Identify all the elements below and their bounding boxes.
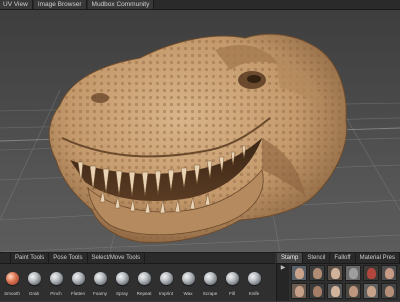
3d-viewport[interactable] [0,10,400,252]
stamp-tray-tabs: Stamp Stencil Falloff Material Pres [277,253,400,264]
stamp-thumb[interactable] [363,283,379,299]
tab-stencil[interactable]: Stencil [303,253,331,263]
stamp-thumb[interactable] [345,265,361,281]
tool-foamy[interactable]: Foamy [89,264,111,300]
flatten-brush-icon [71,272,85,285]
tool-label: Fill [229,291,235,296]
stamp-thumb[interactable] [309,265,325,281]
tab-mudbox-community[interactable]: Mudbox Community [87,0,155,9]
tab-image-browser[interactable]: Image Browser [33,0,87,9]
stamp-thumb[interactable] [345,283,361,299]
foamy-brush-icon [93,272,107,285]
tool-tray-tabs: Paint Tools Pose Tools Select/Move Tools [0,253,275,264]
tool-smooth[interactable]: Smooth [1,264,23,300]
tool-label: Knife [248,291,260,296]
pinch-brush-icon [49,272,63,285]
tool-label: Foamy [92,291,108,296]
tool-scrape[interactable]: Scrape [199,264,221,300]
grab-brush-icon [27,272,41,285]
tab-select-move-tools[interactable]: Select/Move Tools [88,253,146,263]
smooth-brush-icon [5,272,19,285]
tab-paint-tools[interactable]: Paint Tools [11,253,50,263]
tool-imprint[interactable]: Imprint [155,264,177,300]
scrape-brush-icon [203,272,217,285]
stamp-thumbnails [290,264,400,302]
tool-spray[interactable]: Spray [111,264,133,300]
stamp-thumb[interactable] [291,265,307,281]
tool-label: Grab [28,291,40,296]
top-tab-bar: UV View Image Browser Mudbox Community [0,0,400,10]
spray-brush-icon [115,272,129,285]
stamp-thumb[interactable] [291,283,307,299]
tool-fill[interactable]: Fill [221,264,243,300]
repeat-brush-icon [137,272,151,285]
stamp-thumb[interactable] [381,265,397,281]
stamp-side-strip: ▶ [277,264,289,301]
viewport-scene [0,33,400,252]
tool-tray: Paint Tools Pose Tools Select/Move Tools… [0,252,400,301]
stamp-thumb[interactable] [363,265,379,281]
tool-grab[interactable]: Grab [23,264,45,300]
tab-sculpt-tools[interactable] [0,253,11,263]
tool-repeat[interactable]: Repeat [133,264,155,300]
tab-material-presets[interactable]: Material Pres [356,253,400,263]
imprint-brush-icon [159,272,173,285]
tool-pinch[interactable]: Pinch [45,264,67,300]
tool-flatten[interactable]: Flatten [67,264,89,300]
fill-brush-icon [225,272,239,285]
tool-label: Scrape [202,291,218,296]
nostril [91,93,109,103]
tool-label: Flatten [70,291,86,296]
play-icon[interactable]: ▶ [281,264,286,272]
tool-label: Smooth [4,291,20,296]
stamp-thumb[interactable] [309,283,325,299]
tool-label: Spray [115,291,128,296]
wax-brush-icon [181,272,195,285]
tool-label: Wax [183,291,193,296]
sculpt-tools-shelf: Smooth Grab Pinch Flatten Foamy Spray Re… [0,264,276,301]
tab-stamp[interactable]: Stamp [277,253,304,263]
stamp-thumb[interactable] [327,283,343,299]
tool-label: Repeat [136,291,152,296]
knife-brush-icon [247,272,261,285]
t-rex-skull-model [48,33,348,244]
tool-knife[interactable]: Knife [243,264,265,300]
stamp-thumb[interactable] [327,265,343,281]
stamp-thumb[interactable] [381,283,397,299]
tool-wax[interactable]: Wax [177,264,199,300]
tool-label: Pinch [50,291,62,296]
tab-pose-tools[interactable]: Pose Tools [49,253,88,263]
tab-falloff[interactable]: Falloff [330,253,356,263]
tab-uv-view[interactable]: UV View [0,0,33,9]
tool-label: Imprint [158,291,174,296]
